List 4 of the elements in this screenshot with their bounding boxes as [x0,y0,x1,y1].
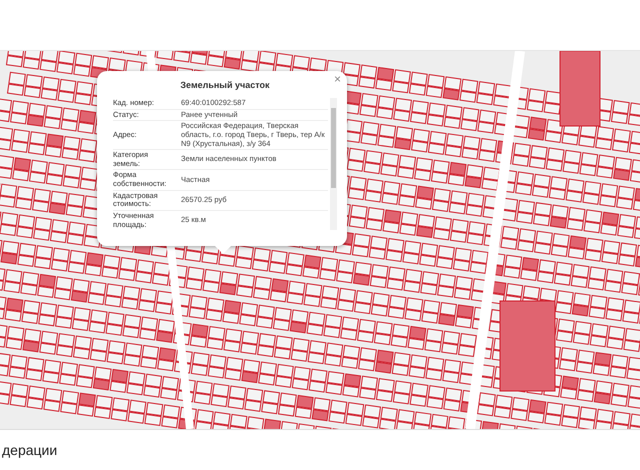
page-heading: дерации [1,442,58,458]
close-button[interactable]: × [332,73,343,85]
popup-title: Земельный участок [179,80,271,90]
scrollbar[interactable] [330,98,337,230]
